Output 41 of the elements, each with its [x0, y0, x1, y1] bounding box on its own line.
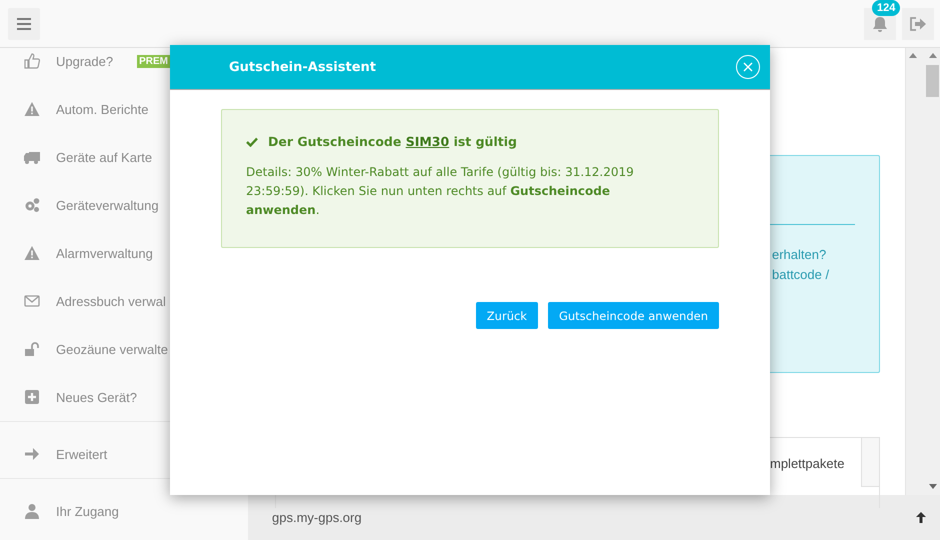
truck-icon	[24, 149, 40, 165]
sidebar-item[interactable]: Geräte auf Karte	[0, 133, 248, 181]
info-text: battcode /	[772, 266, 830, 284]
voucher-code-link[interactable]: SIM30	[406, 134, 450, 149]
dialog-button[interactable]: Gutscheincode anwenden	[548, 302, 719, 329]
logout-button[interactable]	[902, 8, 934, 40]
sidebar-item[interactable]: Geozäune verwalte	[0, 325, 248, 373]
logout-icon	[910, 16, 926, 30]
premium-badge: PREM	[137, 54, 170, 68]
domain-text: gps.my-gps.org	[272, 510, 362, 525]
unlock-icon	[24, 341, 40, 357]
bell-icon	[872, 16, 888, 32]
sidebar-item[interactable]: Adressbuch verwal	[0, 277, 248, 325]
menu-button[interactable]	[8, 8, 40, 40]
sidebar-item[interactable]: Autom. Berichte	[0, 85, 248, 133]
tab-scroll-button[interactable]	[861, 438, 879, 487]
user-icon	[24, 503, 40, 519]
sidebar-item[interactable]: Alarmverwaltung	[0, 229, 248, 277]
warning-icon	[24, 245, 40, 261]
sidebar-item[interactable]: Ihr Zugang	[0, 487, 248, 535]
alert-details: Details: 30% Winter-Rabatt auf alle Tarife (gültig bis: 31.12.2019 23:59:59). Klicken Sie nun unten rechts auf Gutscheincode anwenden.	[246, 164, 635, 219]
alert-heading: Der Gutscheincode SIM30 ist gültig	[268, 134, 517, 149]
menu-icon	[17, 18, 31, 30]
thumbs-up-icon	[24, 53, 40, 69]
envelope-icon	[24, 293, 40, 309]
scrollbar[interactable]	[905, 48, 940, 495]
sidebar-item[interactable]: Erweitert	[0, 430, 248, 478]
arrow-right-icon	[24, 446, 40, 462]
dialog-title: Gutschein-Assistent	[229, 60, 377, 74]
close-button[interactable]	[736, 55, 760, 79]
arrow-up-icon[interactable]	[916, 512, 926, 523]
sidebar-item[interactable]: Neues Gerät?	[0, 373, 248, 421]
dialog-button[interactable]: Zurück	[476, 302, 538, 329]
checkmark-icon	[246, 136, 258, 146]
package-tab[interactable]: mplettpakete	[770, 456, 844, 471]
info-text: erhalten?	[772, 246, 828, 264]
notification-badge: 124	[872, 0, 900, 16]
gears-icon	[24, 197, 40, 213]
warning-icon	[24, 101, 40, 117]
close-icon	[743, 62, 753, 72]
plus-icon	[24, 389, 40, 405]
